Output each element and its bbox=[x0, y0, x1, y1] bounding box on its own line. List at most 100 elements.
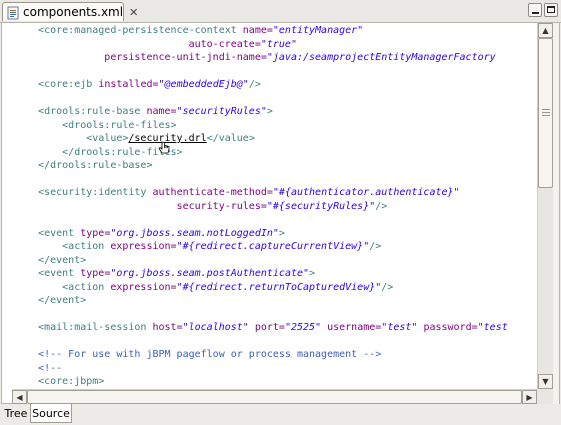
code-line[interactable] bbox=[14, 335, 537, 349]
code-line[interactable]: persistence-unit-jndi-name="java:/seampr… bbox=[14, 51, 537, 65]
close-icon[interactable]: ✕ bbox=[129, 6, 138, 19]
editor-tab-bar: components.xml ✕ bbox=[0, 0, 561, 23]
horizontal-scroll-thumb[interactable] bbox=[27, 390, 522, 404]
code-token: auto-create= bbox=[14, 38, 261, 50]
code-token: "#{authenticator.authenticate}" bbox=[272, 187, 460, 198]
code-token: "test bbox=[477, 322, 508, 333]
hand-cursor-icon bbox=[158, 141, 170, 154]
code-area[interactable]: <core:managed-persistence-context name="… bbox=[14, 24, 537, 389]
code-token: <event bbox=[14, 268, 81, 279]
code-line[interactable]: </drools:rule-base> bbox=[14, 159, 537, 173]
code-token: installed= bbox=[98, 79, 159, 90]
code-token: <drools:rule-base bbox=[14, 106, 147, 117]
code-token: <core:managed-persistence-context bbox=[14, 25, 243, 36]
code-token: name= bbox=[146, 106, 177, 117]
code-token: expression= bbox=[110, 281, 177, 293]
code-token: > bbox=[278, 227, 285, 239]
code-line[interactable]: <security:identity authenticate-method="… bbox=[14, 186, 537, 200]
code-token: "#{redirect.captureCurrentView}" bbox=[176, 241, 370, 252]
editor-tab-title: components.xml bbox=[23, 5, 124, 19]
code-line[interactable] bbox=[14, 213, 537, 227]
code-token: <security:identity bbox=[14, 187, 153, 198]
code-token: </value> bbox=[206, 133, 255, 144]
code-token: <value> bbox=[14, 133, 129, 144]
code-line[interactable]: <core:jbpm> bbox=[14, 375, 537, 389]
code-token: <event bbox=[14, 227, 81, 239]
vertical-scrollbar[interactable]: ▲ ▼ bbox=[537, 23, 553, 389]
code-token: "java:/seamprojectEntityManagerFactory bbox=[266, 52, 496, 63]
scroll-right-arrow-icon[interactable]: ▶ bbox=[522, 390, 537, 404]
code-token: </drools:rule-base> bbox=[14, 160, 153, 171]
scrollbar-corner bbox=[537, 389, 553, 404]
code-token: > bbox=[266, 106, 273, 117]
code-token: "securityRules" bbox=[176, 106, 267, 117]
code-token: type= bbox=[80, 227, 111, 239]
code-token: "#{redirect.returnToCapturedView}" bbox=[176, 281, 382, 293]
code-token: <action bbox=[14, 241, 111, 252]
tab-source[interactable]: Source bbox=[30, 404, 72, 423]
code-line[interactable]: <drools:rule-base name="securityRules"> bbox=[14, 105, 537, 119]
code-line[interactable]: <core:managed-persistence-context name="… bbox=[14, 24, 537, 38]
code-token: <action bbox=[14, 281, 111, 293]
source-editor[interactable]: <core:managed-persistence-context name="… bbox=[1, 22, 560, 404]
code-line[interactable]: </drools:rule-files> bbox=[14, 146, 537, 160]
code-token: type= bbox=[80, 268, 111, 279]
scroll-up-arrow-icon[interactable]: ▲ bbox=[538, 23, 553, 38]
overview-ruler[interactable] bbox=[553, 23, 559, 404]
code-token: /> bbox=[381, 281, 394, 293]
code-token: expression= bbox=[110, 241, 177, 252]
code-token: username= bbox=[321, 322, 382, 333]
code-line[interactable]: </event> bbox=[14, 294, 537, 308]
scroll-down-arrow-icon[interactable]: ▼ bbox=[538, 374, 553, 389]
code-token: name= bbox=[242, 25, 273, 36]
code-line[interactable]: security-rules="#{securityRules}"/> bbox=[14, 200, 537, 214]
code-line[interactable]: <event type="org.jboss.seam.postAuthenti… bbox=[14, 267, 537, 281]
code-token: "org.jboss.seam.notLoggedIn" bbox=[110, 227, 279, 239]
code-line[interactable]: <mail:mail-session host="localhost" port… bbox=[14, 321, 537, 335]
code-line[interactable]: </event> bbox=[14, 254, 537, 268]
code-token: > bbox=[309, 268, 316, 279]
code-line[interactable]: <event type="org.jboss.seam.notLoggedIn"… bbox=[14, 227, 537, 241]
horizontal-scrollbar[interactable]: ◀ ▶ bbox=[12, 389, 537, 404]
editor-tab-components-xml[interactable]: components.xml ✕ bbox=[2, 2, 138, 21]
code-line[interactable]: <action expression="#{redirect.captureCu… bbox=[14, 240, 537, 254]
code-token: authenticate-method= bbox=[152, 187, 273, 198]
code-token: "test" bbox=[381, 322, 418, 333]
code-token: </event> bbox=[14, 254, 87, 266]
maximize-button[interactable] bbox=[544, 3, 558, 17]
code-line[interactable] bbox=[14, 92, 537, 106]
code-line[interactable]: auto-create="true" bbox=[14, 38, 537, 52]
tab-tree[interactable]: Tree bbox=[2, 404, 30, 423]
editor-page-tabs: Tree Source bbox=[0, 404, 561, 425]
code-token: "true" bbox=[260, 38, 297, 50]
code-token: "entityManager" bbox=[272, 25, 364, 36]
code-line[interactable] bbox=[14, 173, 537, 187]
code-token: "org.jboss.seam.postAuthenticate" bbox=[110, 268, 310, 279]
code-token: </event> bbox=[14, 295, 87, 306]
scroll-left-arrow-icon[interactable]: ◀ bbox=[12, 390, 27, 404]
code-token: "#{securityRules}" bbox=[266, 200, 376, 212]
code-line[interactable] bbox=[14, 65, 537, 79]
code-line[interactable]: <core:ejb installed="@embeddedEjb@"/> bbox=[14, 78, 537, 92]
code-token: security-rules= bbox=[14, 200, 267, 212]
code-line[interactable]: <!-- bbox=[14, 362, 537, 376]
code-token: <mail:mail-session bbox=[14, 322, 153, 333]
code-line[interactable]: <value>/security.drl</value> bbox=[14, 132, 537, 146]
code-line[interactable] bbox=[14, 308, 537, 322]
code-line[interactable]: <!-- For use with jBPM pageflow or proce… bbox=[14, 348, 537, 362]
editor-gutter bbox=[2, 23, 12, 389]
code-token: password= bbox=[417, 322, 478, 333]
xml-file-icon bbox=[6, 5, 20, 20]
code-line[interactable]: <drools:rule-files> bbox=[14, 119, 537, 133]
code-token: <!-- bbox=[14, 362, 63, 374]
code-line[interactable]: <action expression="#{redirect.returnToC… bbox=[14, 281, 537, 295]
minimize-button[interactable] bbox=[528, 3, 542, 17]
code-token: "@embeddedEjb@" bbox=[158, 79, 249, 90]
code-token: <!-- For use with jBPM pageflow or proce… bbox=[14, 349, 382, 360]
vertical-scroll-thumb[interactable] bbox=[538, 38, 553, 188]
code-token: port= bbox=[248, 322, 285, 333]
code-token: persistence-unit-jndi-name= bbox=[14, 52, 267, 63]
code-token: "localhost" bbox=[182, 322, 249, 333]
code-token: <core:ejb bbox=[14, 79, 99, 90]
code-token: /> bbox=[248, 79, 261, 90]
